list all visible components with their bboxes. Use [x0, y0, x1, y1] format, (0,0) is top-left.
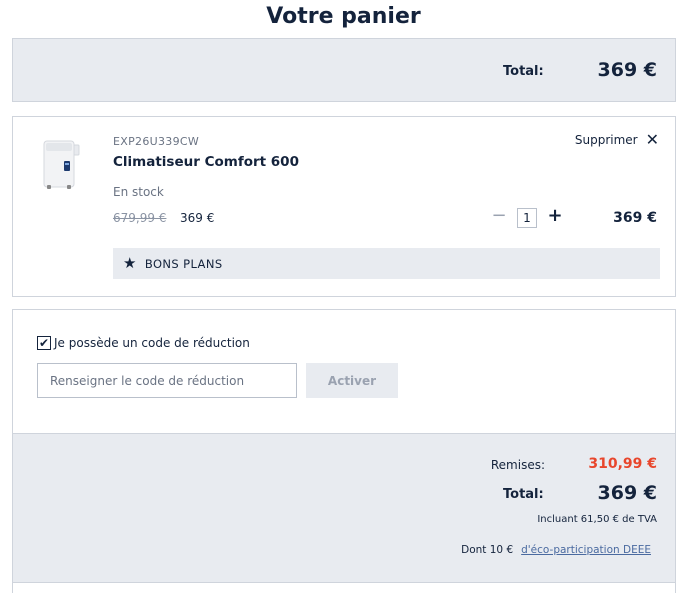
plus-icon: + — [547, 205, 563, 226]
quantity-increase-button[interactable]: + — [547, 205, 563, 227]
summary-total-label: Total: — [503, 487, 544, 502]
cart-total-bar: Total: 369 € — [12, 38, 676, 102]
deal-badge: ★ BONS PLANS — [113, 248, 660, 279]
close-icon: ✕ — [645, 130, 659, 149]
product-sku: EXP26U339CW — [113, 135, 200, 148]
unit-price: 369 € — [180, 211, 215, 225]
product-name[interactable]: Climatiseur Comfort 600 — [113, 154, 299, 170]
quantity-decrease-button[interactable]: − — [491, 205, 507, 227]
page-title: Votre panier — [266, 4, 421, 29]
stock-status: En stock — [113, 185, 164, 199]
eco-participation-row: Dont 10 € d'éco-participation DEEE — [461, 544, 651, 556]
remove-label: Supprimer — [574, 133, 638, 147]
promo-code-checkbox[interactable]: ✔ — [37, 336, 51, 350]
discount-value: 310,99 € — [588, 456, 657, 472]
promo-code-checkbox-label: Je possède un code de réduction — [54, 336, 250, 350]
promo-code-input[interactable] — [37, 363, 297, 398]
vat-note: Incluant 61,50 € de TVA — [537, 514, 657, 525]
cart-item: EXP26U339CW Climatiseur Comfort 600 En s… — [12, 116, 676, 297]
promo-code-toggle[interactable]: ✔ Je possède un code de réduction — [37, 336, 250, 350]
order-summary: Remises: 310,99 € Total: 369 € Incluant … — [12, 433, 676, 583]
discount-label: Remises: — [490, 458, 545, 472]
quantity-field[interactable]: 1 — [517, 208, 537, 228]
minus-icon: − — [491, 205, 507, 226]
star-icon: ★ — [123, 254, 137, 272]
deal-badge-label: BONS PLANS — [144, 256, 223, 271]
air-conditioner-image[interactable] — [41, 139, 81, 191]
old-price: 679,99 € — [113, 211, 167, 225]
total-label: Total: — [503, 64, 544, 79]
eco-participation-link[interactable]: d'éco-participation DEEE — [521, 544, 651, 556]
line-total: 369 € — [613, 210, 657, 226]
next-section-edge — [12, 583, 676, 593]
summary-total-value: 369 € — [597, 482, 658, 504]
eco-participation-amount: Dont 10 € — [461, 544, 514, 556]
activate-promo-button[interactable]: Activer — [306, 363, 398, 398]
remove-item-button[interactable]: Supprimer ✕ — [574, 130, 659, 149]
promo-code-section: ✔ Je possède un code de réduction Active… — [12, 309, 676, 433]
total-value: 369 € — [597, 59, 658, 81]
